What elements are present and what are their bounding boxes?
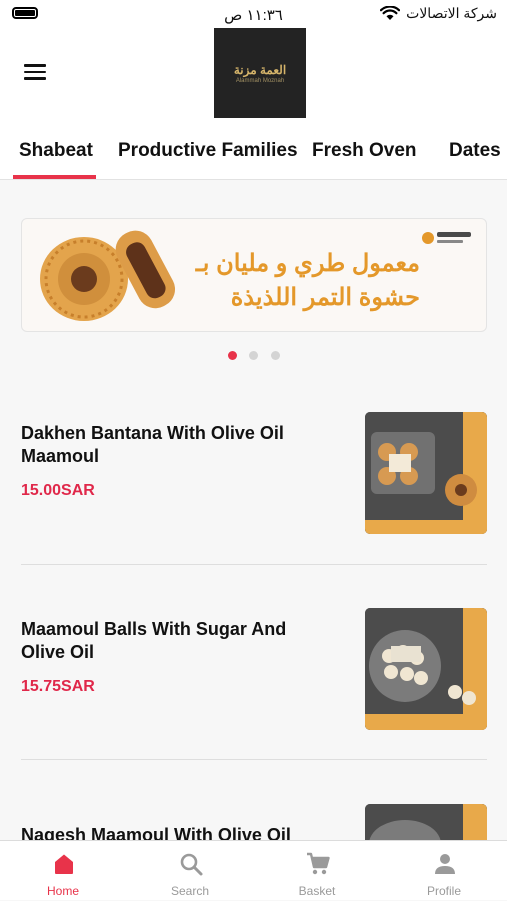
bottom-navigation: Home Search Basket Profile bbox=[0, 840, 507, 900]
product-card[interactable]: Dakhen Bantana With Olive Oil Maamoul 15… bbox=[21, 412, 487, 536]
search-icon bbox=[180, 853, 203, 876]
category-tabs: Shabeat Productive Families Fresh Oven D… bbox=[0, 126, 507, 180]
product-name: Dakhen Bantana With Olive Oil Maamoul bbox=[21, 423, 284, 466]
product-card[interactable]: Maamoul Balls With Sugar And Olive Oil 1… bbox=[21, 608, 487, 732]
banner-headline: معمول طري و مليان بـ حشوة التمر اللذيذة bbox=[150, 247, 420, 315]
carousel-dots bbox=[0, 351, 507, 361]
product-price: 15.75SAR bbox=[21, 678, 95, 695]
promo-banner[interactable]: معمول طري و مليان بـ حشوة التمر اللذيذة bbox=[21, 218, 487, 332]
carousel-dot-active[interactable] bbox=[228, 351, 237, 360]
tab-dates[interactable]: Dates bbox=[449, 140, 501, 162]
product-image bbox=[365, 804, 487, 840]
nav-basket-label: Basket bbox=[298, 884, 336, 898]
carousel-dot[interactable] bbox=[249, 351, 258, 360]
hamburger-menu-icon[interactable] bbox=[24, 64, 46, 80]
banner-brand-logo bbox=[422, 232, 471, 244]
nav-search[interactable]: Search bbox=[127, 841, 253, 901]
tab-fresh-oven[interactable]: Fresh Oven bbox=[312, 140, 417, 162]
status-right: شركة الاتصالات bbox=[380, 5, 497, 22]
status-bar: ١١:٣٦ ص شركة الاتصالات bbox=[0, 0, 507, 28]
logo-english: Alammah Moznah bbox=[235, 77, 285, 84]
nav-basket[interactable]: Basket bbox=[254, 841, 380, 901]
banner-line-2: حشوة التمر اللذيذة bbox=[230, 284, 420, 311]
product-name: Maamoul Balls With Sugar And Olive Oil bbox=[21, 619, 287, 662]
tab-productive-families[interactable]: Productive Families bbox=[118, 140, 298, 162]
product-card[interactable]: Nagesh Maamoul With Olive Oil bbox=[21, 804, 487, 840]
divider bbox=[21, 759, 487, 760]
logo-arabic: العمة مزنة bbox=[233, 62, 287, 77]
banner-line-1: معمول طري و مليان بـ bbox=[195, 250, 420, 277]
nav-search-label: Search bbox=[170, 884, 210, 898]
person-icon bbox=[435, 854, 455, 874]
product-price: 15.00SAR bbox=[21, 482, 95, 499]
divider bbox=[21, 564, 487, 565]
carrier-name: شركة الاتصالات bbox=[406, 5, 497, 21]
nav-home[interactable]: Home bbox=[0, 841, 126, 901]
carousel-dot[interactable] bbox=[271, 351, 280, 360]
home-icon bbox=[55, 854, 73, 874]
nav-profile-label: Profile bbox=[426, 884, 461, 898]
active-tab-indicator bbox=[13, 175, 96, 179]
product-image bbox=[365, 608, 487, 730]
product-name: Nagesh Maamoul With Olive Oil bbox=[21, 825, 291, 840]
nav-home-label: Home bbox=[46, 884, 79, 898]
tab-shabeat[interactable]: Shabeat bbox=[19, 140, 93, 162]
nav-profile[interactable]: Profile bbox=[381, 841, 507, 901]
product-image bbox=[365, 412, 487, 534]
brand-logo: العمة مزنة Alammah Moznah bbox=[214, 28, 306, 118]
wifi-icon bbox=[380, 6, 401, 20]
app-header: العمة مزنة Alammah Moznah bbox=[0, 28, 507, 126]
cart-icon bbox=[307, 852, 330, 875]
